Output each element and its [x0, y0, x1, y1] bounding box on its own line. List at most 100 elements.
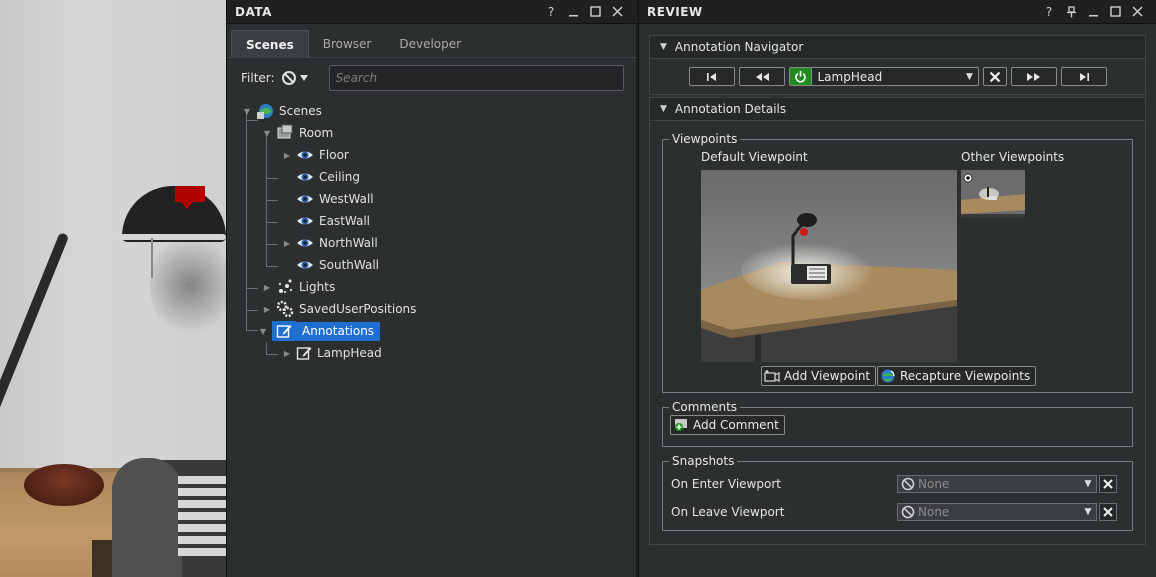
collapse-arrow-icon[interactable]: ▶: [263, 305, 271, 314]
help-button[interactable]: ?: [540, 2, 562, 22]
tree-item-room[interactable]: ▼ Room: [263, 122, 333, 144]
recapture-viewpoints-label: Recapture Viewpoints: [900, 369, 1031, 383]
chevron-down-icon: ▼: [966, 71, 973, 82]
filter-row: Filter:: [227, 58, 636, 98]
annotation-navigator-title: Annotation Navigator: [674, 40, 804, 54]
tree-item-label: WestWall: [319, 192, 374, 206]
pin-button[interactable]: [1060, 2, 1082, 22]
on-leave-viewport-value: None: [918, 505, 950, 519]
collapse-arrow-icon[interactable]: ▶: [283, 349, 291, 358]
chevron-down-icon: ▼: [1084, 479, 1092, 489]
annotation-dropdown-value: LampHead: [817, 69, 883, 84]
collapse-arrow-icon[interactable]: ▶: [283, 151, 291, 160]
tree-item-lights[interactable]: ▶ Lights: [263, 276, 335, 298]
tree-item-southwall[interactable]: SouthWall: [296, 254, 379, 276]
tree-item-saveduserpositions[interactable]: ▶ SavedUserPositions: [263, 298, 416, 320]
minimize-button[interactable]: [1082, 2, 1104, 22]
tab-browser[interactable]: Browser: [309, 30, 386, 58]
close-icon: [1103, 507, 1113, 517]
other-viewpoints-label: Other Viewpoints: [961, 150, 1065, 164]
search-input[interactable]: [328, 65, 624, 91]
sparkle-icon: [278, 279, 293, 294]
close-button[interactable]: [1126, 2, 1148, 22]
viewport-lamp-arm: [0, 232, 70, 468]
none-icon: [898, 477, 918, 491]
expand-arrow-icon[interactable]: ▼: [259, 327, 267, 336]
maximize-icon: [1109, 6, 1121, 17]
collapse-arrow-icon[interactable]: ▶: [263, 283, 271, 292]
tree-item-label: SavedUserPositions: [299, 302, 417, 316]
eye-icon: [297, 195, 313, 203]
filter-label: Filter:: [241, 71, 275, 85]
comments-group: Comments Add Comment: [662, 400, 1133, 447]
radio-selected-icon[interactable]: [963, 173, 973, 183]
viewport-lamp-shadow: [150, 230, 226, 340]
expand-arrow-icon[interactable]: ▼: [263, 129, 271, 138]
chevron-down-icon: ▼: [1084, 507, 1092, 517]
delete-annotation-button[interactable]: [982, 67, 1007, 86]
data-panel-title: DATA: [235, 4, 272, 19]
help-icon: ?: [1045, 4, 1053, 19]
tree-item-label: Annotations: [296, 321, 381, 341]
fast-forward-icon: [1026, 72, 1040, 81]
filter-type-dropdown[interactable]: [281, 70, 311, 86]
help-button[interactable]: ?: [1038, 2, 1060, 22]
annotation-enable-toggle[interactable]: [789, 68, 812, 85]
snapshots-group-title: Snapshots: [669, 454, 738, 468]
tree-item-scenes[interactable]: ▼ Scenes: [243, 100, 322, 122]
gears-icon: [276, 300, 294, 318]
annotation-marker-icon[interactable]: [175, 186, 205, 209]
tree-item-ceiling[interactable]: Ceiling: [296, 166, 360, 188]
minimize-icon: [568, 15, 578, 17]
add-viewpoint-label: Add Viewpoint: [784, 369, 871, 383]
recapture-viewpoints-button[interactable]: Recapture Viewpoints: [877, 366, 1037, 386]
viewport-lamp-base: [24, 464, 104, 506]
add-comment-button[interactable]: Add Comment: [670, 415, 785, 435]
previous-annotation-button[interactable]: [738, 67, 785, 86]
tree-item-label: Ceiling: [319, 170, 360, 184]
first-annotation-button[interactable]: [688, 67, 735, 86]
data-panel: DATA ? Scenes Browser Developer Filter:: [226, 0, 636, 577]
collapse-arrow-icon[interactable]: ▶: [283, 239, 291, 248]
annotation-navigator-header[interactable]: ▼ Annotation Navigator: [649, 35, 1146, 59]
on-leave-viewport-select[interactable]: None ▼: [897, 503, 1097, 521]
no-filter-icon: [281, 71, 296, 85]
maximize-button[interactable]: [1104, 2, 1126, 22]
snapshots-group: Snapshots On Enter Viewport None ▼ On Le…: [662, 454, 1133, 531]
tree-item-floor[interactable]: ▶ Floor: [283, 144, 349, 166]
maximize-button[interactable]: [584, 2, 606, 22]
close-button[interactable]: [606, 2, 628, 22]
annotation-details-body: Viewpoints Default Viewpoint Other Viewp…: [649, 121, 1146, 545]
default-viewpoint-image[interactable]: [701, 170, 957, 362]
close-icon: [1103, 479, 1113, 489]
tab-scenes[interactable]: Scenes: [231, 30, 309, 58]
collapse-triangle-icon: ▼: [660, 42, 667, 52]
close-icon: [989, 71, 1000, 82]
minimize-button[interactable]: [562, 2, 584, 22]
on-leave-viewport-label: On Leave Viewport: [671, 505, 785, 519]
next-annotation-button[interactable]: [1010, 67, 1057, 86]
last-annotation-button[interactable]: [1060, 67, 1107, 86]
on-enter-viewport-row: On Enter Viewport None ▼: [671, 474, 1122, 494]
annotation-details-header[interactable]: ▼ Annotation Details: [649, 97, 1146, 121]
tree-item-lamphead[interactable]: ▶ LampHead: [283, 342, 382, 364]
edit-icon: [276, 325, 292, 338]
annotation-dropdown[interactable]: LampHead ▼: [788, 67, 979, 86]
tree-item-westwall[interactable]: WestWall: [296, 188, 374, 210]
expand-arrow-icon[interactable]: ▼: [243, 107, 251, 116]
tree-item-label: EastWall: [319, 214, 371, 228]
on-enter-viewport-select[interactable]: None ▼: [897, 475, 1097, 493]
add-viewpoint-button[interactable]: Add Viewpoint: [761, 366, 877, 386]
tree-item-eastwall[interactable]: EastWall: [296, 210, 370, 232]
viewport-phone-handset: [112, 458, 182, 577]
scene-viewport[interactable]: [0, 0, 226, 577]
tab-developer[interactable]: Developer: [385, 30, 475, 58]
none-icon: [898, 505, 918, 519]
data-tabs: Scenes Browser Developer: [227, 24, 636, 58]
clear-on-leave-button[interactable]: [1099, 503, 1117, 521]
pin-icon: [1066, 5, 1076, 17]
tree-item-northwall[interactable]: ▶ NorthWall: [283, 232, 378, 254]
tree-item-annotations[interactable]: ▼ Annotations: [259, 320, 381, 342]
clear-on-enter-button[interactable]: [1099, 475, 1117, 493]
other-viewpoint-thumbnail[interactable]: [961, 170, 1025, 218]
